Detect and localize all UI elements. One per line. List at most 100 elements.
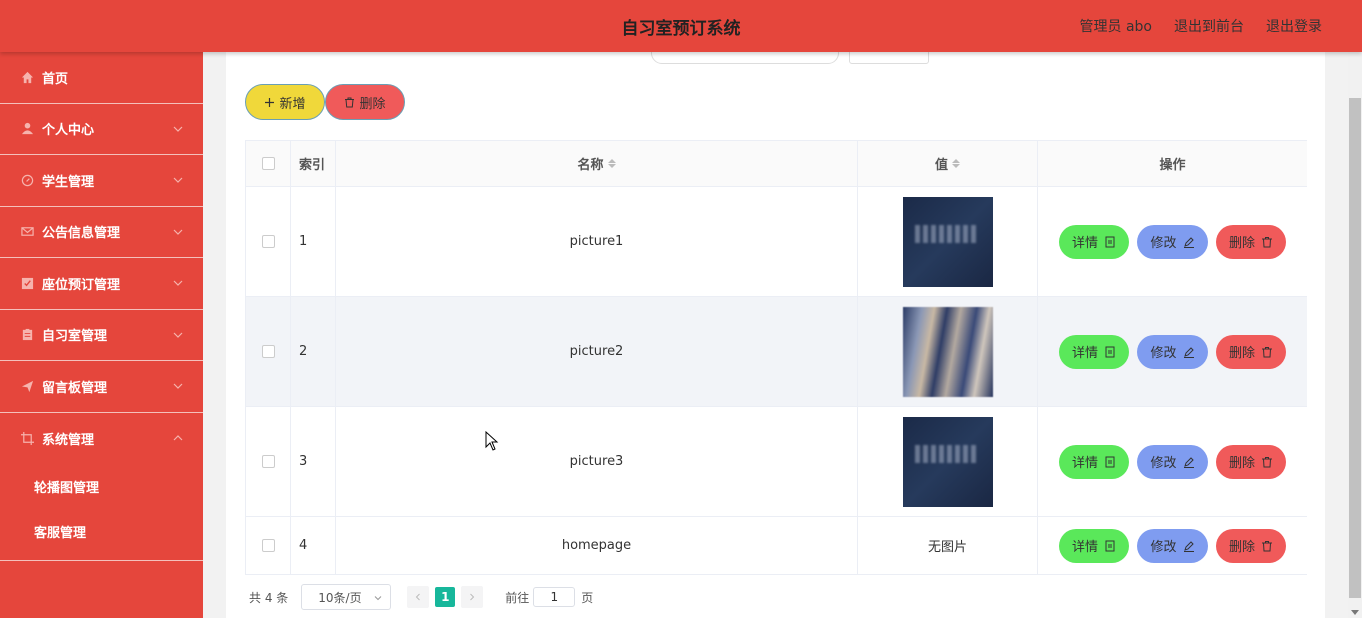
edit-label: 修改 xyxy=(1150,456,1177,471)
sidebar-item-seat-booking[interactable]: 座位预订管理 xyxy=(0,258,203,310)
sidebar-item-label: 学生管理 xyxy=(42,174,95,190)
row-checkbox-cell xyxy=(245,407,291,516)
table-row: 2 picture2 详情 修改 删除 xyxy=(245,297,1307,407)
sort-icon[interactable] xyxy=(952,159,960,168)
row-index: 1 xyxy=(291,187,336,296)
admin-user-link[interactable]: 管理员 abo xyxy=(1080,16,1152,36)
chevron-up-icon xyxy=(173,435,183,441)
delete-button[interactable]: 删除 xyxy=(1216,334,1286,369)
row-actions: 详情 修改 删除 xyxy=(1038,297,1307,406)
detail-button[interactable]: 详情 xyxy=(1059,334,1129,369)
edit-button[interactable]: 修改 xyxy=(1137,444,1208,479)
add-button-label: 新增 xyxy=(279,96,306,112)
data-table: 索引 名称 值 操作 1 picture1 详情 修改 删除 2 picture… xyxy=(245,140,1307,575)
row-checkbox[interactable] xyxy=(261,455,275,468)
prev-page-button[interactable] xyxy=(407,586,430,608)
sidebar-subitem-carousel[interactable]: 轮播图管理 xyxy=(0,464,203,509)
sidebar-item-system[interactable]: 系统管理 xyxy=(0,413,203,465)
row-checkbox[interactable] xyxy=(261,539,275,552)
page-size-select[interactable]: 10条/页 xyxy=(301,584,392,610)
trash-icon xyxy=(345,97,355,107)
table-header-row: 索引 名称 值 操作 xyxy=(245,141,1307,187)
select-all-checkbox[interactable] xyxy=(261,157,275,170)
detail-button[interactable]: 详情 xyxy=(1059,528,1129,563)
sidebar-item-label: 系统管理 xyxy=(42,432,95,448)
send-icon xyxy=(20,379,34,393)
scrollbar-thumb[interactable] xyxy=(1349,98,1361,598)
trash-icon xyxy=(1262,540,1272,551)
vertical-scrollbar[interactable] xyxy=(1348,52,1362,618)
sidebar-item-message-board[interactable]: 留言板管理 xyxy=(0,361,203,413)
row-name: homepage xyxy=(336,517,858,574)
pencil-icon xyxy=(1183,236,1194,248)
trash-icon xyxy=(1262,456,1272,467)
row-checkbox-cell xyxy=(245,187,291,296)
row-actions: 详情 修改 删除 xyxy=(1038,517,1307,574)
sidebar-item-study-rooms[interactable]: 自习室管理 xyxy=(0,310,203,361)
sidebar-item-announcements[interactable]: 公告信息管理 xyxy=(0,207,203,258)
page-number-active[interactable]: 1 xyxy=(435,587,456,607)
detail-button[interactable]: 详情 xyxy=(1059,444,1129,479)
sidebar-item-label: 座位预订管理 xyxy=(42,277,121,293)
exit-to-frontend-link[interactable]: 退出到前台 xyxy=(1174,16,1244,36)
pencil-icon xyxy=(1183,540,1194,552)
document-icon xyxy=(1105,540,1115,551)
detail-button[interactable]: 详情 xyxy=(1059,224,1129,259)
chevron-down-icon xyxy=(173,280,183,287)
delete-label: 删除 xyxy=(1228,236,1255,251)
delete-button[interactable]: 删除 xyxy=(1216,528,1286,563)
row-checkbox[interactable] xyxy=(261,345,275,358)
pencil-icon xyxy=(1183,456,1194,468)
header-name[interactable]: 名称 xyxy=(336,141,858,186)
sort-icon[interactable] xyxy=(607,159,616,168)
plus-icon xyxy=(265,97,275,107)
thumbnail-image[interactable] xyxy=(902,196,993,287)
add-button[interactable]: 新增 xyxy=(245,84,325,120)
header-index: 索引 xyxy=(291,141,336,186)
scroll-down-arrow[interactable] xyxy=(1351,610,1359,615)
document-icon xyxy=(1105,346,1115,357)
row-value xyxy=(858,297,1038,406)
row-checkbox-cell xyxy=(245,517,291,574)
document-icon xyxy=(1105,456,1115,467)
row-checkbox[interactable] xyxy=(261,235,275,248)
sidebar-item-profile[interactable]: 个人中心 xyxy=(0,104,203,155)
row-index: 2 xyxy=(291,297,336,406)
compass-icon xyxy=(20,173,34,187)
top-header: 自习室预订系统 管理员 abo 退出到前台 退出登录 xyxy=(0,0,1362,52)
checkbox-icon xyxy=(20,276,34,290)
edit-button[interactable]: 修改 xyxy=(1137,334,1208,369)
sidebar-item-home[interactable]: 首页 xyxy=(0,52,203,104)
logout-link[interactable]: 退出登录 xyxy=(1266,16,1322,36)
batch-delete-button[interactable]: 删除 xyxy=(325,84,405,120)
system-submenu: 轮播图管理 客服管理 xyxy=(0,464,203,561)
next-page-button[interactable] xyxy=(461,586,484,608)
delete-label: 删除 xyxy=(1228,346,1255,361)
sidebar-subitem-customer-service[interactable]: 客服管理 xyxy=(0,509,203,554)
table-row: 4 homepage 无图片 详情 修改 删除 xyxy=(245,517,1307,575)
header-value[interactable]: 值 xyxy=(858,141,1038,186)
edit-button[interactable]: 修改 xyxy=(1137,224,1208,259)
goto-page-input[interactable]: 1 xyxy=(533,587,576,607)
row-index: 4 xyxy=(291,517,336,574)
mail-icon xyxy=(20,225,34,239)
chevron-left-icon xyxy=(416,593,421,601)
sidebar-item-label: 首页 xyxy=(42,71,69,87)
delete-button[interactable]: 删除 xyxy=(1216,224,1286,259)
edit-button[interactable]: 修改 xyxy=(1137,528,1208,563)
pencil-icon xyxy=(1183,346,1194,358)
delete-button[interactable]: 删除 xyxy=(1216,444,1286,479)
delete-label: 删除 xyxy=(1228,540,1255,555)
chevron-down-icon xyxy=(173,177,183,184)
table-row: 1 picture1 详情 修改 删除 xyxy=(245,187,1307,297)
row-value xyxy=(858,187,1038,296)
thumbnail-image[interactable] xyxy=(902,306,993,397)
page-size-value: 10条/页 xyxy=(318,590,362,605)
thumbnail-image[interactable] xyxy=(902,416,993,507)
crop-icon xyxy=(20,431,34,445)
sidebar-item-label: 自习室管理 xyxy=(42,329,108,345)
sidebar-item-students[interactable]: 学生管理 xyxy=(0,155,203,207)
edit-label: 修改 xyxy=(1150,236,1177,251)
document-icon xyxy=(1105,236,1115,247)
chevron-down-icon xyxy=(173,332,183,338)
